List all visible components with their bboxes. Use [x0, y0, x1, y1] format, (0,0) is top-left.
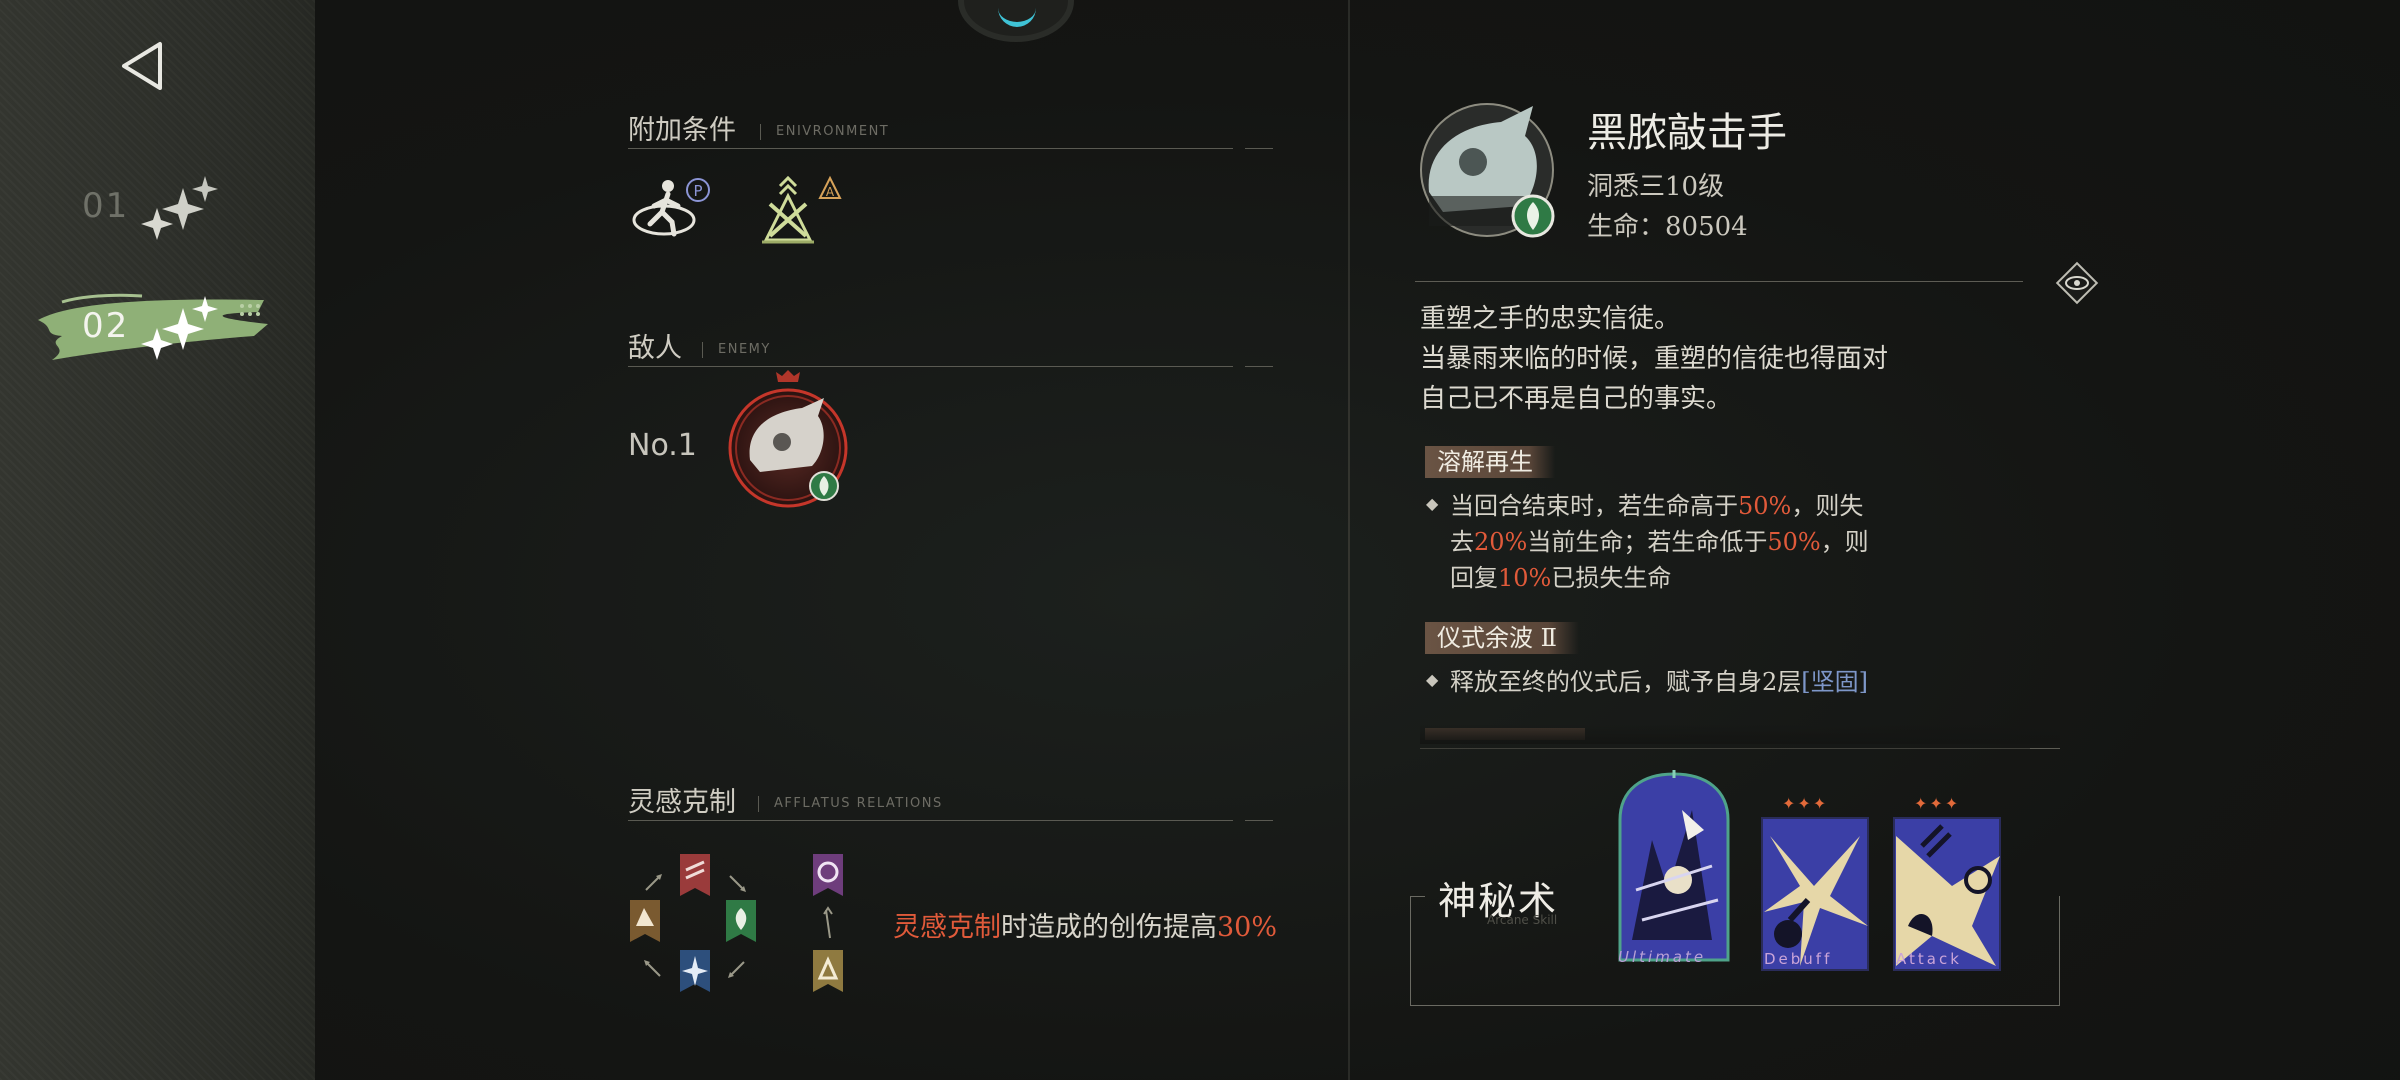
- enemy-header: 敌人 ENEMY: [628, 326, 1273, 374]
- stage-number: 02: [82, 306, 130, 346]
- passive-badge: P: [693, 182, 702, 200]
- arcane-skill-subtitle: Arcane Skill: [1487, 913, 1558, 927]
- boss-portrait: [1420, 103, 1555, 238]
- section-subtitle: AFFLATUS RELATIONS: [758, 796, 943, 812]
- skill-name-tag: 溶解再生: [1425, 446, 1555, 478]
- stage-tab-01[interactable]: 01: [0, 160, 315, 250]
- card-label: Attack: [1896, 950, 1962, 968]
- card-rank-stars: ✦✦✦: [1782, 794, 1829, 813]
- afflatus-header: 灵感克制 AFFLATUS RELATIONS: [628, 780, 1273, 828]
- plant-afflatus-icon: [726, 900, 756, 942]
- enemy-token-blackpus-knocker[interactable]: [720, 368, 860, 508]
- section-subtitle: ENEMY: [702, 342, 771, 358]
- star-afflatus-icon: [680, 950, 710, 992]
- afflatus-effect-text: 灵感克制时造成的创伤提高30%: [893, 905, 1277, 944]
- stage-rail: 01 02: [0, 0, 315, 1080]
- stage-tab-02[interactable]: 02: [0, 280, 315, 370]
- skill-desc-line: 当回合结束时，若生命高于50%，则失: [1450, 492, 1864, 520]
- skill-desc-line: 回复10%已损失生命: [1450, 564, 1672, 592]
- afflatus-cycle-diagram: [630, 854, 843, 992]
- intellect-afflatus-icon: [813, 950, 843, 992]
- card-label: Ultimate: [1618, 948, 1707, 966]
- bullet-icon: ◆: [1426, 670, 1439, 689]
- afflatus-highlight: 灵感克制: [893, 912, 1001, 943]
- beast-afflatus-icon: [680, 854, 710, 896]
- sparkle-icon: [141, 296, 218, 360]
- arcane-card-ultimate[interactable]: Ultimate: [1612, 770, 1736, 970]
- debuff-card-art: [1761, 817, 1869, 971]
- boss-divider: [1415, 281, 2023, 282]
- section-title: 敌人: [628, 333, 682, 364]
- altar-triangle-icon[interactable]: A: [752, 172, 842, 252]
- environment-header: 附加条件 ENIVRONMENT: [628, 108, 1273, 156]
- boss-name: 黑脓敲击手: [1587, 110, 1787, 156]
- card-rank-stars: ✦✦✦: [1914, 794, 1961, 813]
- boss-hp: 生命：80504: [1587, 206, 1748, 243]
- stage-number: 01: [82, 186, 130, 226]
- section-title: 附加条件: [628, 115, 736, 146]
- lore-line: 重塑之手的忠实信徒。: [1420, 304, 1681, 334]
- skills-divider: [1420, 748, 2060, 749]
- skill-name-tag: 仪式余波 Ⅱ: [1425, 622, 1579, 654]
- lore-line: 当暴雨来临的时候，重塑的信徒也得面对: [1420, 344, 1889, 374]
- back-button[interactable]: [118, 38, 168, 94]
- card-label: Debuff: [1764, 950, 1833, 968]
- skill-desc-line: 释放至终的仪式后，赋予自身2层[坚固]: [1450, 668, 1869, 696]
- eye-icon[interactable]: [2050, 256, 2104, 310]
- scroll-fade: [1420, 724, 2060, 744]
- bullet-icon: ◆: [1426, 494, 1439, 513]
- skill-desc-line: 去20%当前生命；若生命低于50%，则: [1450, 528, 1869, 556]
- section-subtitle: ENIVRONMENT: [759, 124, 890, 140]
- ultimate-card-art: [1618, 770, 1730, 962]
- panel-divider: [1348, 0, 1350, 1080]
- boss-level: 洞悉三10级: [1587, 172, 1725, 202]
- hp-value: 80504: [1665, 212, 1748, 242]
- attack-card-art: [1893, 817, 2001, 971]
- lore-line: 自己已不再是自己的事实。: [1420, 384, 1733, 414]
- back-triangle-icon: [122, 42, 162, 90]
- spirit-afflatus-icon: [813, 854, 843, 896]
- arcane-card-debuff[interactable]: ✦✦✦ Debuff: [1760, 794, 1870, 972]
- afflatus-effect: 时造成的创伤提高: [1001, 912, 1217, 943]
- mineral-afflatus-icon: [630, 900, 660, 942]
- passive-walker-icon[interactable]: P: [628, 172, 718, 252]
- hp-label: 生命：: [1587, 212, 1666, 242]
- sparkle-icon: [141, 176, 218, 240]
- enemy-number-label: No.1: [628, 428, 697, 463]
- section-title: 灵感克制: [628, 787, 736, 818]
- skills-divider-end: [2030, 748, 2060, 749]
- keyword-link[interactable]: [坚固]: [1801, 668, 1868, 696]
- altar-badge: A: [826, 185, 835, 199]
- arcane-card-attack[interactable]: ✦✦✦ Attack: [1892, 794, 2002, 972]
- afflatus-value: 30%: [1217, 912, 1278, 943]
